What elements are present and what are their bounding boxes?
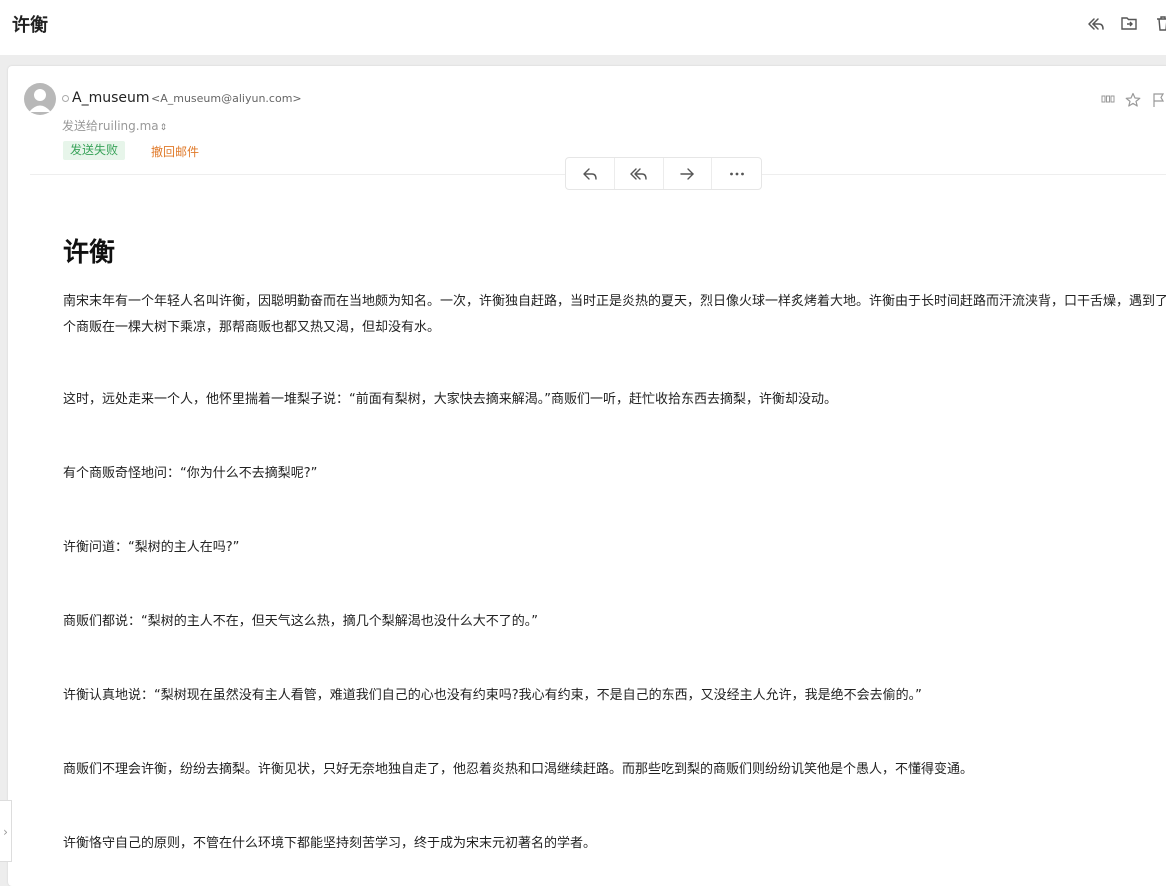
body-paragraph: 商贩们都说：“梨树的主人不在，但天气这么热，摘几个梨解渴也没什么大不了的。” — [63, 614, 538, 629]
reply-all-button[interactable] — [615, 158, 664, 189]
recipients-toggle[interactable]: 发送给ruiling.ma⇕ — [62, 117, 167, 134]
recall-mail-link[interactable]: 撤回邮件 — [151, 143, 199, 160]
reply-icon — [583, 167, 597, 180]
delete-icon[interactable] — [1154, 14, 1166, 34]
message-action-bar — [565, 157, 762, 190]
reply-button[interactable] — [566, 158, 615, 189]
body-paragraph: 许衡认真地说：“梨树现在虽然没有主人看管，难道我们自己的心也没有约束吗?我心有约… — [63, 688, 922, 703]
more-actions-button[interactable] — [712, 158, 761, 189]
recipients-label: 发送给ruiling.ma — [62, 119, 159, 133]
chevron-updown-icon: ⇕ — [159, 123, 168, 133]
body-paragraph: 许衡恪守自己的原则，不管在什么环境下都能坚持刻苦学习，终于成为宋末元初著名的学者… — [63, 836, 597, 851]
flag-icon[interactable] — [1151, 92, 1166, 112]
body-paragraph: 有个商贩奇怪地问：“你为什么不去摘梨呢?” — [63, 466, 318, 481]
body-paragraph: 南宋末年有一个年轻人名叫许衡，因聪明勤奋而在当地颇为知名。一次，许衡独自赶路，当… — [63, 294, 1166, 335]
presence-indicator — [62, 95, 69, 102]
page-title: 许衡 — [12, 15, 48, 36]
status-badge: 发送失败 — [63, 141, 126, 160]
move-folder-icon[interactable] — [1120, 14, 1140, 34]
top-bar: 许衡 — [0, 0, 1166, 55]
reply-all-icon[interactable] — [1085, 14, 1105, 34]
sender-email[interactable]: <A_museum@aliyun.com> — [151, 92, 302, 105]
body-paragraph: 许衡问道：“梨树的主人在吗?” — [63, 540, 240, 555]
avatar[interactable] — [24, 83, 56, 115]
forward-button[interactable] — [664, 158, 713, 189]
body-paragraph: 这时，远处走来一个人，他怀里揣着一堆梨子说：“前面有梨树，大家快去摘来解渴。”商… — [63, 392, 837, 407]
mail-body-title: 许衡 — [63, 238, 116, 268]
reply-all-icon — [629, 167, 647, 180]
chevron-right-icon: › — [3, 825, 8, 839]
star-icon[interactable] — [1125, 92, 1141, 112]
expand-panel-button[interactable]: › — [0, 800, 12, 862]
forward-icon — [680, 167, 695, 180]
more-icon — [729, 172, 744, 175]
sender-name[interactable]: A_museum — [72, 90, 150, 106]
body-paragraph: 商贩们不理会许衡，纷纷去摘梨。许衡见状，只好无奈地独自走了，他忍着炎热和口渴继续… — [63, 762, 974, 777]
more-options-icon[interactable] — [1101, 92, 1115, 110]
